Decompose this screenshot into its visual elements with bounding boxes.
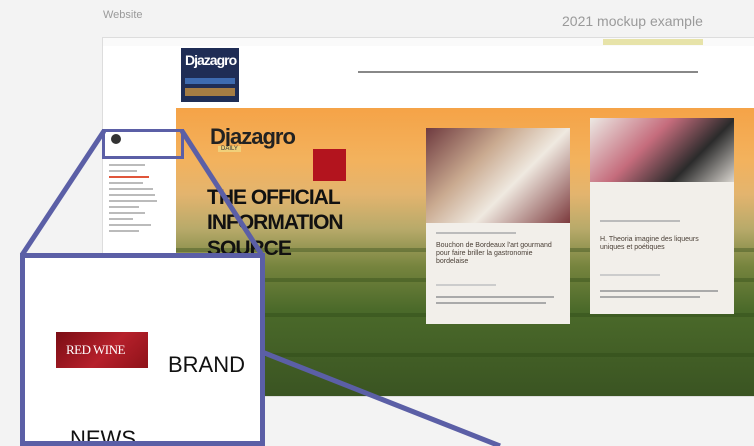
zoom-panel: RED WINE BRAND NEWS bbox=[20, 253, 265, 446]
news-label[interactable]: NEWS bbox=[70, 426, 136, 441]
zoom-source-box bbox=[102, 129, 184, 159]
red-wine-logo-text: RED WINE bbox=[66, 342, 125, 357]
brand-label[interactable]: BRAND bbox=[168, 352, 245, 378]
zoom-line-bottom bbox=[261, 349, 501, 446]
red-wine-logo: RED WINE bbox=[56, 332, 148, 368]
zoom-line-right bbox=[179, 129, 265, 257]
zoom-line-left bbox=[19, 129, 107, 257]
